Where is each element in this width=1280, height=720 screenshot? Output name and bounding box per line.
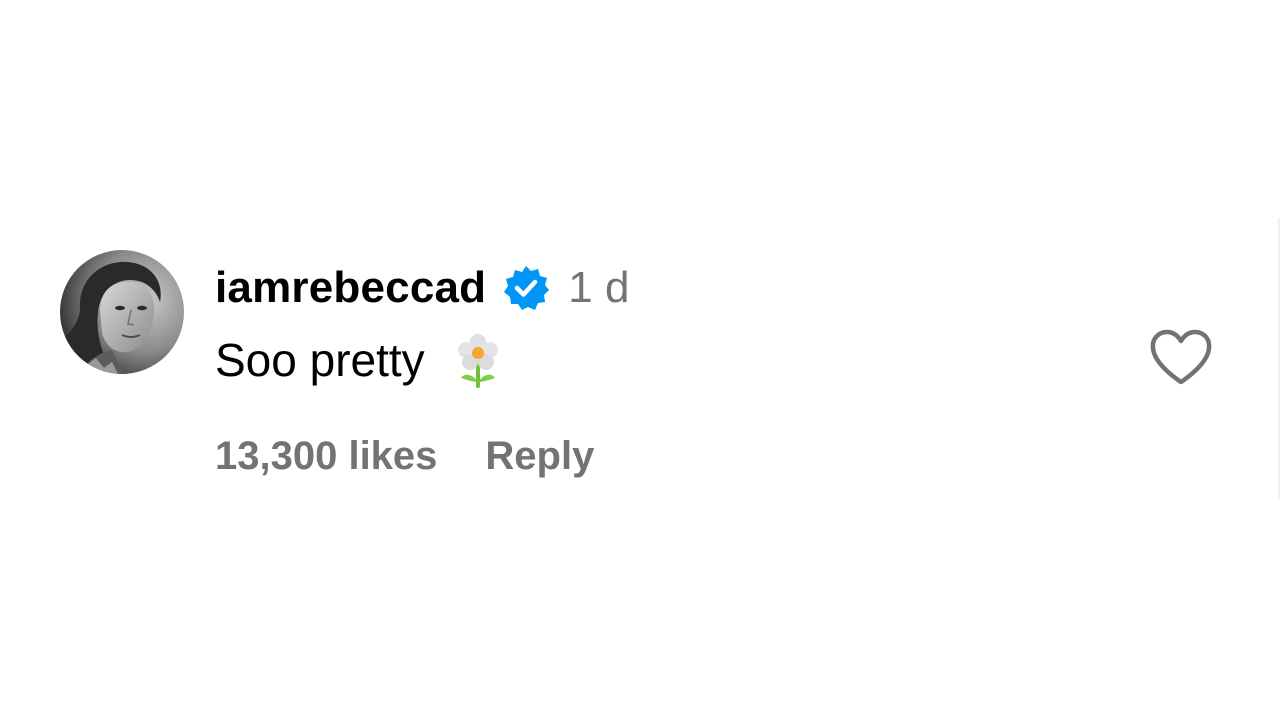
heart-icon[interactable] [1148,328,1214,388]
comment-screen: iamrebeccad 1 d Soo pretty 13,300 likes … [0,0,1280,720]
avatar-photo [60,250,184,374]
comment-item: iamrebeccad 1 d Soo pretty 13,300 likes … [60,248,1220,488]
avatar[interactable] [60,250,184,374]
username-link[interactable]: iamrebeccad [215,263,486,313]
comment-body: Soo pretty [215,330,503,390]
comment-actions: 13,300 likes Reply [215,426,594,486]
comment-timestamp: 1 d [568,263,630,312]
flower-icon [453,332,503,388]
comment-text: Soo pretty [215,334,425,386]
reply-button[interactable]: Reply [485,434,594,479]
comment-header: iamrebeccad 1 d [215,258,629,318]
likes-count[interactable]: 13,300 likes [215,434,437,479]
verified-badge-icon [502,264,550,312]
